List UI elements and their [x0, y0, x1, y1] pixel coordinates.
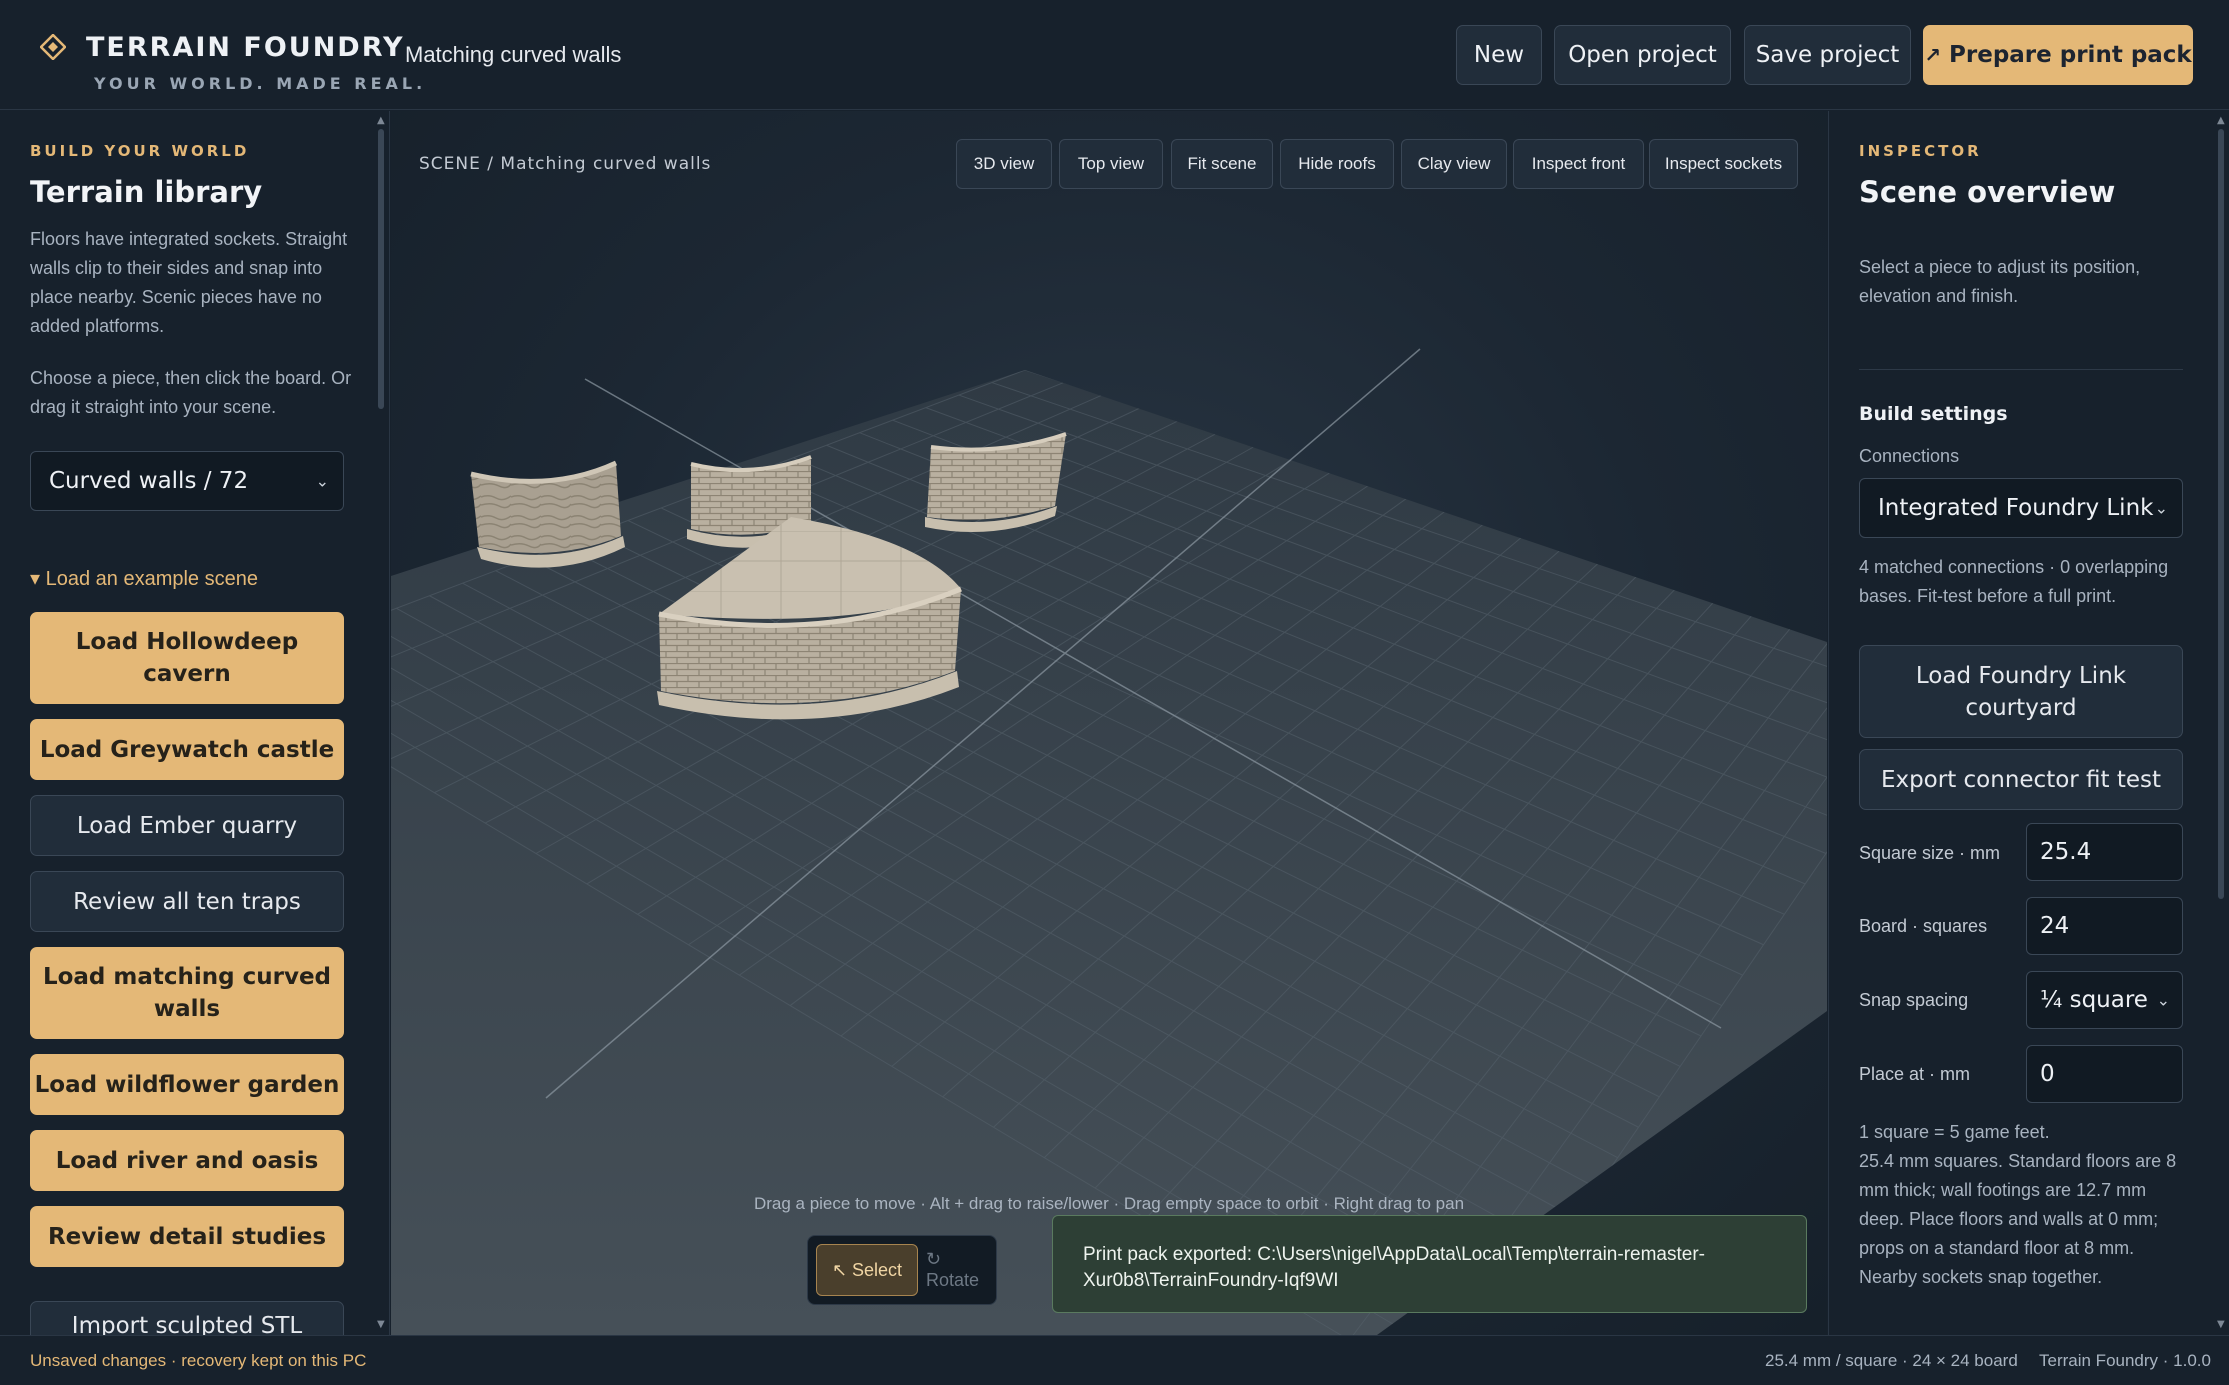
- export-fit-test-button[interactable]: Export connector fit test: [1859, 749, 2183, 810]
- status-bar: Unsaved changes · recovery kept on this …: [0, 1335, 2229, 1385]
- connections-value: Integrated Foundry Link: [1878, 495, 2154, 521]
- scene-breadcrumb: SCENE / Matching curved walls: [419, 154, 712, 174]
- export-toast: Print pack exported: C:\Users\nigel\AppD…: [1052, 1215, 1807, 1313]
- unsaved-status: Unsaved changes · recovery kept on this …: [30, 1351, 367, 1370]
- prepare-print-pack-button[interactable]: ↗ Prepare print pack: [1923, 25, 2193, 85]
- review-detail-studies-button[interactable]: Review detail studies: [30, 1206, 344, 1267]
- diamond-logo-icon: [40, 34, 66, 60]
- arrow-up-right-icon: ↗: [1924, 43, 1942, 67]
- library-description: Floors have integrated sockets. Straight…: [30, 229, 348, 336]
- scene-viewport[interactable]: SCENE / Matching curved walls 3D view To…: [391, 111, 1827, 1335]
- chevron-down-icon: ⌄: [2154, 498, 2168, 518]
- terrain-library-panel: BUILD YOUR WORLD Terrain library Floors …: [0, 111, 390, 1335]
- example-scenes-toggle[interactable]: ▾ Load an example scene: [30, 566, 258, 591]
- load-hollowdeep-button[interactable]: Load Hollowdeep cavern: [30, 612, 344, 704]
- inspector-panel: INSPECTOR Scene overview Select a piece …: [1828, 111, 2229, 1335]
- board-squares-input[interactable]: 24: [2026, 897, 2183, 955]
- build-notes: 1 square = 5 game feet. 25.4 mm squares.…: [1859, 1122, 2177, 1287]
- view-top-button[interactable]: Top view: [1059, 139, 1163, 189]
- inspect-sockets-button[interactable]: Inspect sockets: [1649, 139, 1798, 189]
- brand-name: TERRAIN FOUNDRY: [86, 32, 405, 63]
- board-squares-label: Board · squares: [1859, 916, 1988, 936]
- save-project-button[interactable]: Save project: [1744, 25, 1911, 85]
- snap-spacing-label: Snap spacing: [1859, 990, 1969, 1010]
- chevron-down-icon: ⌄: [315, 471, 329, 491]
- inspector-scrollbar[interactable]: [2218, 129, 2224, 899]
- library-eyebrow: BUILD YOUR WORLD: [30, 142, 250, 160]
- curved-wall-left[interactable]: [470, 460, 625, 568]
- document-title: Matching curved walls: [405, 42, 622, 67]
- viewport-hint: Drag a piece to move · Alt + drag to rai…: [753, 1194, 1465, 1213]
- inspector-divider: [1859, 369, 2183, 370]
- scroll-up-icon[interactable]: ▲: [2217, 115, 2225, 126]
- inspect-front-button[interactable]: Inspect front: [1513, 139, 1644, 189]
- review-traps-button[interactable]: Review all ten traps: [30, 871, 344, 932]
- inspector-title: Scene overview: [1859, 175, 2116, 209]
- load-curved-walls-button[interactable]: Load matching curved walls: [30, 947, 344, 1039]
- select-tool-button[interactable]: ↖ Select: [816, 1244, 918, 1296]
- connections-select[interactable]: Integrated Foundry Link ⌄: [1859, 478, 2183, 538]
- piece-category-value: Curved walls / 72: [49, 468, 249, 494]
- scroll-down-icon[interactable]: ▼: [2217, 1319, 2225, 1330]
- inspector-eyebrow: INSPECTOR: [1859, 142, 1982, 160]
- import-stl-button[interactable]: Import sculpted STL: [30, 1301, 344, 1335]
- prepare-print-pack-label: Prepare print pack: [1949, 42, 2192, 68]
- new-button[interactable]: New: [1456, 25, 1542, 85]
- chevron-down-icon: ⌄: [2156, 990, 2170, 1010]
- place-at-label: Place at · mm: [1859, 1064, 1971, 1084]
- brand-tagline: YOUR WORLD. MADE REAL.: [94, 74, 427, 93]
- scroll-down-icon[interactable]: ▼: [377, 1319, 385, 1330]
- inspector-description: Select a piece to adjust its position, e…: [1859, 257, 2141, 306]
- tool-bar: ↖ Select ↻ Rotate: [807, 1235, 997, 1305]
- library-instructions: Choose a piece, then click the board. Or…: [30, 368, 352, 417]
- library-title: Terrain library: [30, 175, 263, 209]
- square-size-label: Square size · mm: [1859, 843, 2001, 863]
- connections-label: Connections: [1859, 446, 1960, 466]
- view-3d-button[interactable]: 3D view: [956, 139, 1052, 189]
- open-project-button[interactable]: Open project: [1554, 25, 1731, 85]
- piece-category-select[interactable]: Curved walls / 72 ⌄: [30, 451, 344, 511]
- hide-roofs-button[interactable]: Hide roofs: [1280, 139, 1394, 189]
- rotate-tool-button[interactable]: ↻ Rotate: [926, 1244, 998, 1296]
- square-size-input[interactable]: 25.4: [2026, 823, 2183, 881]
- app-version: Terrain Foundry · 1.0.0: [2039, 1351, 2211, 1370]
- app-header: TERRAIN FOUNDRY YOUR WORLD. MADE REAL. M…: [0, 0, 2229, 110]
- build-settings-title: Build settings: [1859, 403, 2008, 425]
- scene-canvas[interactable]: [391, 111, 1827, 1335]
- snap-spacing-value: ¼ square: [2040, 987, 2148, 1013]
- connections-status: 4 matched connections · 0 overlapping ba…: [1859, 557, 2169, 606]
- clay-view-button[interactable]: Clay view: [1401, 139, 1507, 189]
- place-at-input[interactable]: 0: [2026, 1045, 2183, 1103]
- scroll-up-icon[interactable]: ▲: [377, 115, 385, 126]
- load-wildflower-garden-button[interactable]: Load wildflower garden: [30, 1054, 344, 1115]
- library-scrollbar[interactable]: [378, 129, 384, 409]
- load-greywatch-button[interactable]: Load Greywatch castle: [30, 719, 344, 780]
- fit-scene-button[interactable]: Fit scene: [1171, 139, 1273, 189]
- curved-wall-right[interactable]: [925, 432, 1067, 533]
- load-ember-quarry-button[interactable]: Load Ember quarry: [30, 795, 344, 856]
- snap-spacing-select[interactable]: ¼ square ⌄: [2026, 971, 2183, 1029]
- load-river-oasis-button[interactable]: Load river and oasis: [30, 1130, 344, 1191]
- load-courtyard-button[interactable]: Load Foundry Link courtyard: [1859, 645, 2183, 738]
- board-info: 25.4 mm / square · 24 × 24 board: [1765, 1351, 2018, 1370]
